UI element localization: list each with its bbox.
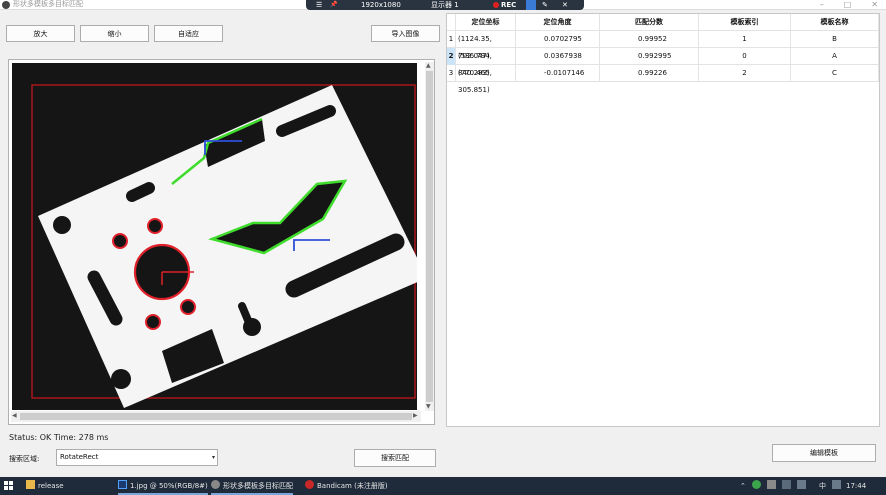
table-row[interactable]: 3 (770.465, 305.851) -0.0107146 0.99226 … [447,65,879,94]
import-image-button[interactable]: 导入图像 [371,25,440,42]
cell-name: C [791,65,879,82]
clock[interactable]: 17:44 [846,477,866,495]
col-header-index[interactable]: 模板索引 [699,14,791,31]
recorder-overlay: ☰ 📌 1920x1080 显示器 1 REC ✎ ✕ [306,0,584,10]
zoom-in-button[interactable]: 放大 [6,25,75,42]
window-title: 形状多模板多目标匹配 [13,0,83,8]
record-icon [493,2,499,8]
image-canvas[interactable] [12,63,417,410]
cell-index: 0 [699,48,791,65]
cell-coord: (586.794, 840.283) [456,48,516,77]
tray-volume-icon[interactable] [797,477,809,495]
table-header-row: 定位坐标 定位角度 匹配分数 模板索引 模板名称 [447,14,879,31]
vertical-scroll-thumb[interactable] [426,71,433,402]
monitor-label[interactable]: 显示器 1 [431,0,459,10]
edit-template-button[interactable]: 编辑模板 [772,444,876,462]
search-area-select[interactable]: RotateRect ▾ [56,449,218,466]
cell-name: B [791,31,879,48]
row-header[interactable]: 1 [447,31,456,48]
cell-name: A [791,48,879,65]
rec-button[interactable]: REC [493,0,516,10]
recorder-indicator-icon [526,0,536,10]
row-header[interactable]: 3 [447,65,456,82]
taskbar-item-photoshop[interactable]: 1.jpg @ 50%(RGB/8#) [118,477,208,495]
horizontal-scrollbar[interactable]: ◀ ▶ [11,411,421,422]
horizontal-scroll-thumb[interactable] [20,413,412,420]
tray-app-icon-2[interactable] [767,477,779,495]
corner-cell [447,14,456,31]
cell-coord: (1124.35, 702.047) [456,31,516,60]
scroll-left-icon[interactable]: ◀ [12,412,17,420]
app-icon [2,1,10,9]
maximize-button[interactable]: □ [844,0,852,10]
cell-coord: (770.465, 305.851) [456,65,516,94]
image-viewport[interactable]: ▲ ▼ ◀ ▶ [8,59,435,425]
col-header-coord[interactable]: 定位坐标 [456,14,516,31]
pencil-icon[interactable]: ✎ [542,0,548,10]
minimize-button[interactable]: – [820,0,824,10]
col-header-angle[interactable]: 定位角度 [516,14,600,31]
cell-index: 2 [699,65,791,82]
tray-network-icon[interactable] [782,477,794,495]
tray-chevron-icon[interactable]: ⌃ [740,477,746,495]
zoom-out-button[interactable]: 缩小 [80,25,149,42]
cell-score: 0.99226 [600,65,699,82]
table-row[interactable]: 1 (1124.35, 702.047) 0.0702795 0.99952 1… [447,31,879,60]
window-controls: – □ ✕ [820,0,878,10]
taskbar: release 1.jpg @ 50%(RGB/8#) 形状多模板多目标匹配 B… [0,477,886,495]
search-area-label: 搜索区域: [9,455,40,463]
tray-app-icon[interactable] [752,477,764,495]
folder-icon [26,480,35,489]
bandicam-icon [305,480,314,489]
taskbar-item-bandicam[interactable]: Bandicam (未注册版) [305,477,388,495]
status-text: Status: OK Time: 278 ms [9,433,109,442]
close-icon[interactable]: ✕ [562,0,568,10]
table-row[interactable]: 2 (586.794, 840.283) 0.0367938 0.992995 … [447,48,879,77]
chevron-down-icon: ▾ [211,454,215,461]
col-header-name[interactable]: 模板名称 [791,14,879,31]
cell-score: 0.99952 [600,31,699,48]
col-header-score[interactable]: 匹配分数 [600,14,699,31]
menu-icon[interactable]: ☰ [316,0,322,10]
vertical-scrollbar[interactable]: ▲ ▼ [425,62,434,411]
app-taskbar-icon [211,480,220,489]
close-button[interactable]: ✕ [871,0,878,10]
cell-score: 0.992995 [600,48,699,65]
cell-angle: 0.0367938 [516,48,600,65]
search-match-button[interactable]: 搜索匹配 [354,449,436,467]
search-area-value: RotateRect [60,453,99,461]
scroll-down-icon[interactable]: ▼ [426,403,431,411]
cell-angle: -0.0107146 [516,65,600,82]
taskbar-item-app[interactable]: 形状多模板多目标匹配 [211,477,293,495]
pin-icon[interactable]: 📌 [330,0,337,10]
photoshop-icon [118,480,127,489]
windows-start-icon[interactable] [4,481,14,491]
cell-index: 1 [699,31,791,48]
scroll-up-icon[interactable]: ▲ [426,62,431,70]
tray-app-icon-3[interactable] [832,477,844,495]
fit-button[interactable]: 自适应 [154,25,223,42]
match-result-image [31,84,417,408]
scroll-right-icon[interactable]: ▶ [413,412,418,420]
cell-angle: 0.0702795 [516,31,600,48]
taskbar-item-release[interactable]: release [26,477,64,495]
resolution-label[interactable]: 1920x1080 [361,0,401,10]
ime-indicator[interactable]: 中 [819,477,826,495]
results-table[interactable]: 定位坐标 定位角度 匹配分数 模板索引 模板名称 1 (1124.35, 702… [446,13,880,427]
row-header[interactable]: 2 [447,48,456,65]
